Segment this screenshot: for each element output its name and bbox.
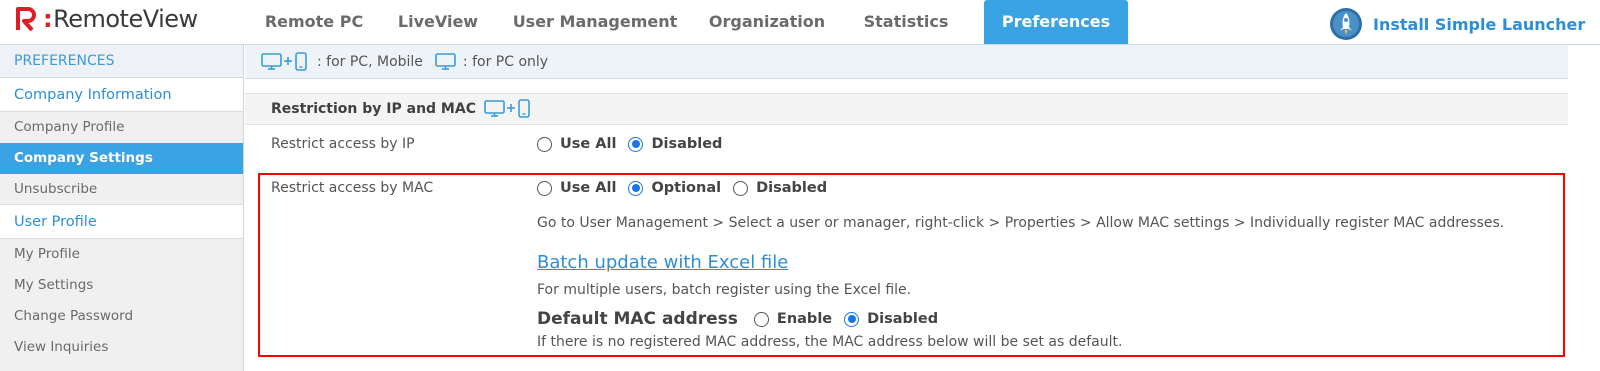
sidebar-item-unsubscribe[interactable]: Unsubscribe bbox=[0, 174, 243, 205]
tab-preferences[interactable]: Preferences bbox=[984, 0, 1128, 44]
mac-instructions: Go to User Management > Select a user or… bbox=[537, 215, 1505, 231]
pc-icon bbox=[435, 52, 456, 70]
main-content: : for PC, Mobile : for PC only Restricti… bbox=[245, 45, 1568, 371]
default-mac-disabled-label[interactable]: Disabled bbox=[867, 311, 938, 327]
mac-restriction-label: Restrict access by MAC bbox=[271, 180, 434, 196]
pc-mobile-icon bbox=[261, 51, 307, 71]
sidebar-heading: PREFERENCES bbox=[0, 45, 243, 78]
default-mac-disabled-radio[interactable] bbox=[844, 311, 860, 327]
default-mac-enable-label[interactable]: Enable bbox=[777, 311, 832, 327]
logo-r-icon bbox=[16, 7, 36, 32]
vertical-scrollbar[interactable] bbox=[1568, 45, 1600, 371]
mac-disabled-radio[interactable] bbox=[733, 180, 749, 196]
mac-disabled-label[interactable]: Disabled bbox=[756, 180, 827, 196]
sidebar-section-user-profile[interactable]: User Profile bbox=[0, 205, 243, 239]
mac-optional-label[interactable]: Optional bbox=[651, 180, 721, 196]
ip-restriction-options: Use All Disabled bbox=[537, 136, 734, 152]
sidebar-item-view-inquiries[interactable]: View Inquiries bbox=[0, 332, 243, 363]
rocket-icon bbox=[1330, 8, 1362, 40]
tab-remote-pc[interactable]: Remote PC bbox=[250, 0, 378, 44]
tab-statistics[interactable]: Statistics bbox=[853, 0, 959, 44]
sidebar-item-company-settings[interactable]: Company Settings bbox=[0, 143, 243, 174]
batch-update-link[interactable]: Batch update with Excel file bbox=[537, 252, 788, 273]
default-mac-enable-radio[interactable] bbox=[753, 311, 769, 327]
launcher-label: Install Simple Launcher bbox=[1373, 14, 1586, 34]
ip-use-all-label[interactable]: Use All bbox=[560, 136, 616, 152]
batch-description: For multiple users, batch register using… bbox=[537, 282, 912, 298]
top-navigation-bar: :RemoteView Remote PC LiveView User Mana… bbox=[0, 0, 1600, 45]
legend-pc-mobile-label: : for PC, Mobile bbox=[317, 53, 423, 70]
tab-liveview[interactable]: LiveView bbox=[385, 0, 491, 44]
default-mac-row: Default MAC address Enable Disabled bbox=[537, 309, 950, 329]
remoteview-logo[interactable]: :RemoteView bbox=[15, 4, 198, 34]
ip-use-all-radio[interactable] bbox=[537, 136, 552, 152]
sidebar-item-change-password[interactable]: Change Password bbox=[0, 301, 243, 332]
mac-use-all-label[interactable]: Use All bbox=[560, 180, 616, 196]
sidebar-item-company-profile[interactable]: Company Profile bbox=[0, 112, 243, 143]
sidebar-item-my-settings[interactable]: My Settings bbox=[0, 270, 243, 301]
sidebar: PREFERENCES Company Information Company … bbox=[0, 45, 244, 371]
platform-legend: : for PC, Mobile : for PC only bbox=[245, 45, 1568, 79]
mac-optional-radio[interactable] bbox=[628, 180, 644, 196]
ip-restriction-label: Restrict access by IP bbox=[271, 136, 415, 152]
ip-disabled-radio[interactable] bbox=[628, 136, 644, 152]
sidebar-section-company-information[interactable]: Company Information bbox=[0, 78, 243, 112]
tab-user-management[interactable]: User Management bbox=[507, 0, 683, 44]
sidebar-item-my-profile[interactable]: My Profile bbox=[0, 239, 243, 270]
ip-disabled-label[interactable]: Disabled bbox=[651, 136, 722, 152]
logo-text: :RemoteView bbox=[43, 5, 198, 33]
pc-mobile-icon bbox=[484, 99, 530, 118]
install-launcher-button[interactable]: Install Simple Launcher bbox=[1329, 7, 1585, 41]
section-title: Restriction by IP and MAC bbox=[245, 93, 1568, 125]
mac-use-all-radio[interactable] bbox=[537, 180, 552, 196]
section-title-text: Restriction by IP and MAC bbox=[271, 101, 476, 117]
default-mac-description: If there is no registered MAC address, t… bbox=[537, 334, 1123, 350]
mac-restriction-options: Use All Optional Disabled bbox=[537, 180, 839, 196]
legend-pc-only-label: : for PC only bbox=[462, 53, 549, 70]
default-mac-title: Default MAC address bbox=[537, 309, 738, 329]
tab-organization[interactable]: Organization bbox=[700, 0, 834, 44]
